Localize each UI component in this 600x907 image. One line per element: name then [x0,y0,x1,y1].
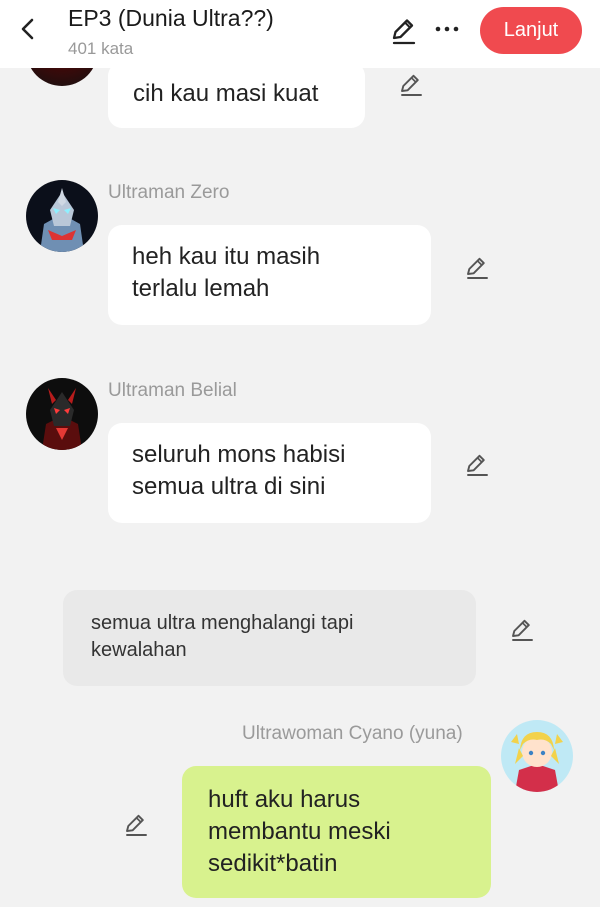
message-text: huft aku harus [208,786,361,813]
ultraman-zero-avatar[interactable] [26,180,98,252]
message-text: cih kau masi kuat [133,80,319,107]
message-text: seluruh mons habisi [132,441,346,468]
edit-message-icon[interactable] [463,254,491,282]
edit-message-icon[interactable] [463,451,491,479]
edit-message-icon[interactable] [122,811,150,839]
message-text: semua ultra di sini [132,473,326,500]
edit-message-icon[interactable] [508,616,536,644]
message-text: membantu meski [208,818,391,845]
more-options-icon[interactable] [432,14,462,44]
message-bubble[interactable]: seluruh mons habisi semua ultra di sini [108,423,431,523]
narration-text: kewalahan [91,639,187,661]
message-bubble[interactable]: cih kau masi kuat [108,62,365,128]
ultrawoman-cyano-avatar[interactable] [501,720,573,792]
message-text: heh kau itu masih [132,243,321,270]
narration-bubble[interactable]: semua ultra menghalangi tapi kewalahan [63,590,476,686]
word-count: 401 kata [68,39,134,58]
message-text: sedikit*batin [208,850,338,877]
sender-name: Ultrawoman Cyano (yuna) [242,723,463,744]
story-title: EP3 (Dunia Ultra??) [68,5,274,31]
sender-name: Ultraman Zero [108,182,230,203]
next-button[interactable]: Lanjut [480,7,582,54]
edit-message-icon[interactable] [397,71,425,99]
back-arrow-icon[interactable] [14,14,42,44]
sender-name: Ultraman Belial [108,380,237,401]
ultraman-belial-avatar[interactable] [26,378,98,450]
edit-pencil-icon[interactable] [388,16,418,46]
message-bubble-self[interactable]: huft aku harus membantu meski sedikit*ba… [182,766,491,898]
message-bubble[interactable]: heh kau itu masih terlalu lemah [108,225,431,325]
message-text: terlalu lemah [132,275,270,302]
narration-text: semua ultra menghalangi tapi [91,612,354,634]
top-bar: EP3 (Dunia Ultra??) 401 kata Lanjut [0,0,600,68]
